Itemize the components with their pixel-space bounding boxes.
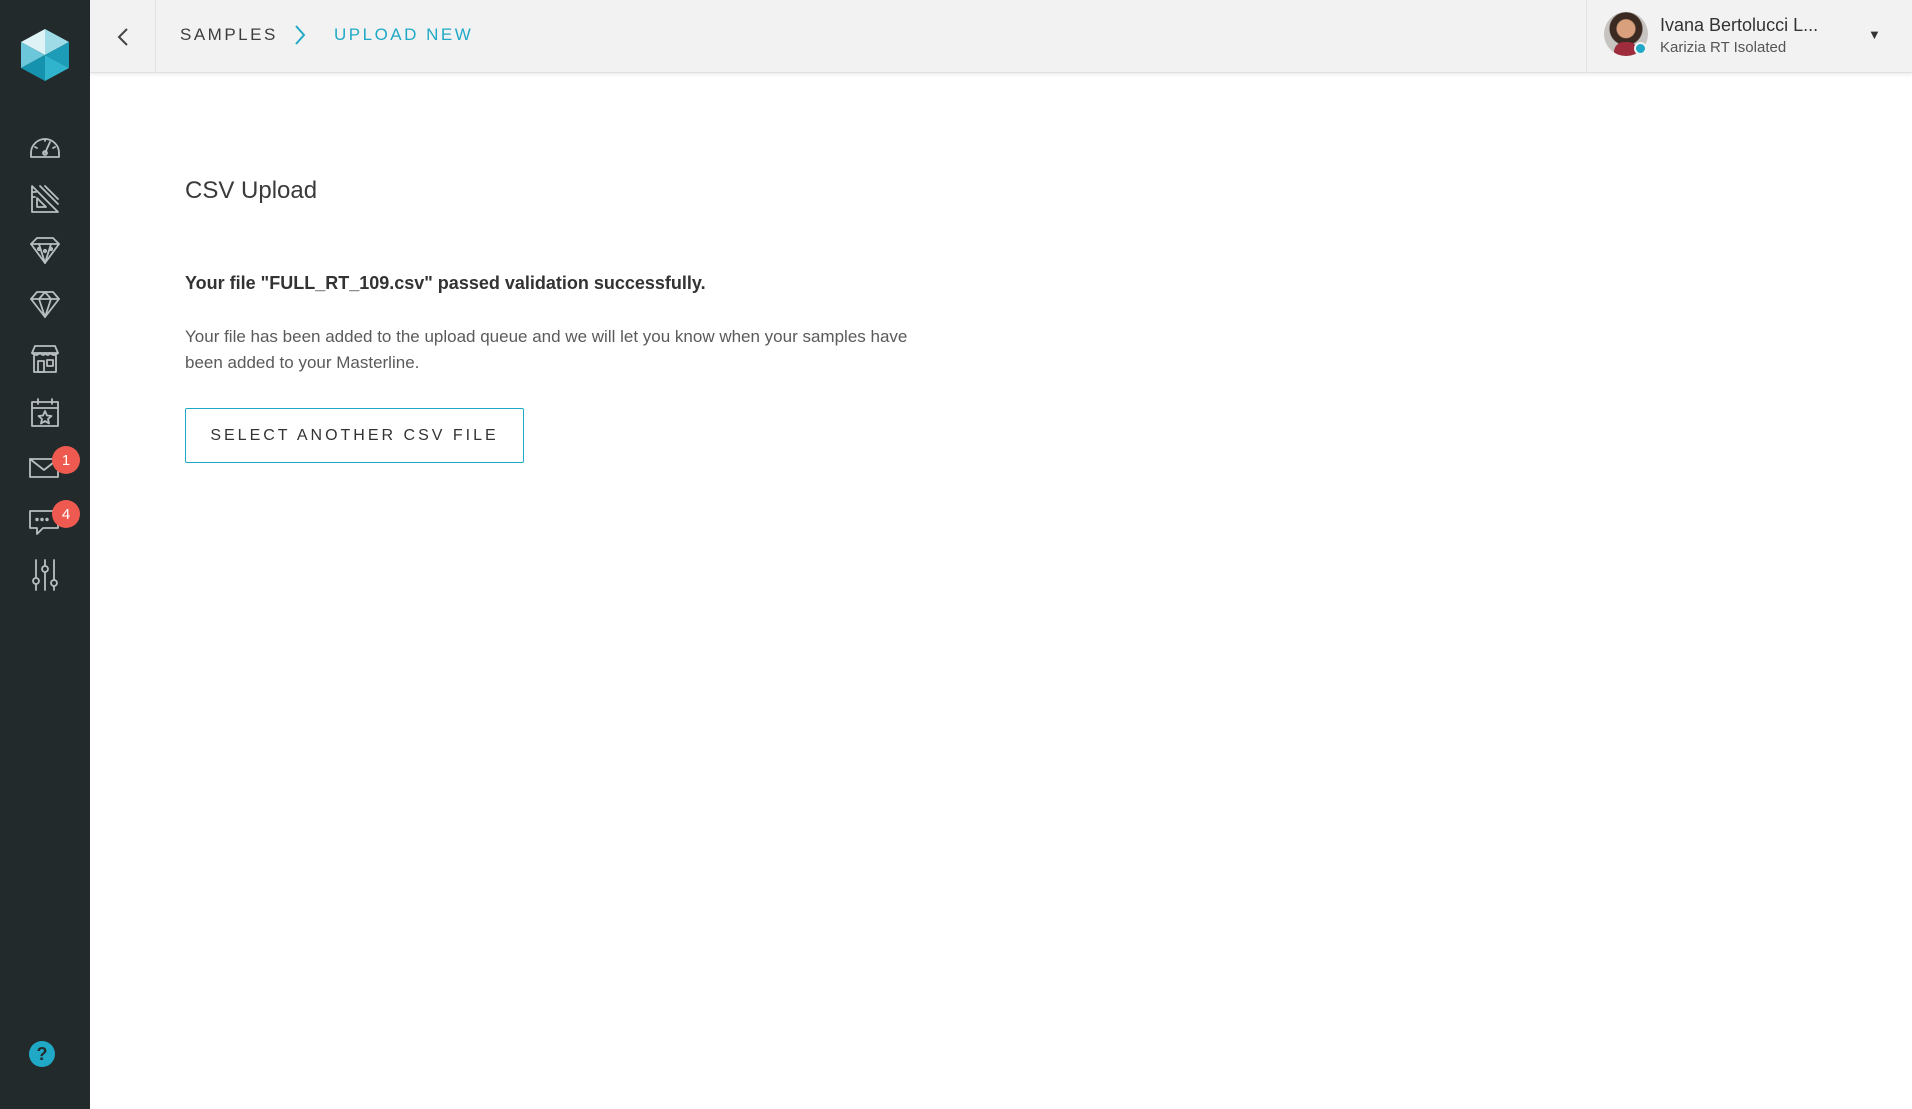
diamond-network-icon [30,237,60,264]
sliders-icon [32,559,58,591]
upload-queue-info: Your file has been added to the upload q… [185,327,908,372]
ruler-triangle-icon [31,185,59,213]
page-title: CSV Upload [185,177,318,204]
speedometer-icon [30,138,60,158]
diamond-icon [30,291,60,318]
sidebar-item-events[interactable] [0,390,90,436]
user-company: Karizia RT Isolated [1660,39,1787,56]
validation-success-message: Your file "FULL_RT_109.csv" passed valid… [185,273,706,293]
store-icon [31,345,59,373]
online-status-indicator [1634,42,1647,55]
caret-down-icon[interactable]: ▼ [1868,27,1881,42]
sidebar-item-messages[interactable]: 1 [0,444,90,490]
select-another-csv-button[interactable]: SELECT ANOTHER CSV FILE [185,408,524,463]
sidebar-item-store[interactable] [0,336,90,382]
sidebar-item-settings[interactable] [0,552,90,598]
message-count-badge: 1 [52,446,80,474]
calendar-star-icon [31,398,59,427]
user-name: Ivana Bertolucci L... [1660,15,1819,35]
breadcrumb-samples[interactable]: SAMPLES [180,25,278,45]
sidebar-item-design[interactable] [0,176,90,222]
user-menu[interactable]: Ivana Bertolucci L... Karizia RT Isolate… [1586,0,1912,73]
chevron-right-icon [293,22,307,48]
back-button[interactable] [90,0,156,73]
sidebar: 1 4 ? [0,0,90,1109]
help-icon[interactable]: ? [29,1041,55,1067]
sidebar-item-dashboard[interactable] [0,122,90,168]
top-bar: SAMPLES UPLOAD NEW Ivana Bertolucci L...… [90,0,1912,73]
chevron-left-icon [117,27,128,46]
chat-count-badge: 4 [52,500,80,528]
logo-icon[interactable] [17,27,73,83]
sidebar-item-diamonds[interactable] [0,281,90,327]
sidebar-item-network[interactable] [0,227,90,273]
breadcrumb-upload-new: UPLOAD NEW [334,25,474,44]
sidebar-item-chat[interactable]: 4 [0,498,90,544]
